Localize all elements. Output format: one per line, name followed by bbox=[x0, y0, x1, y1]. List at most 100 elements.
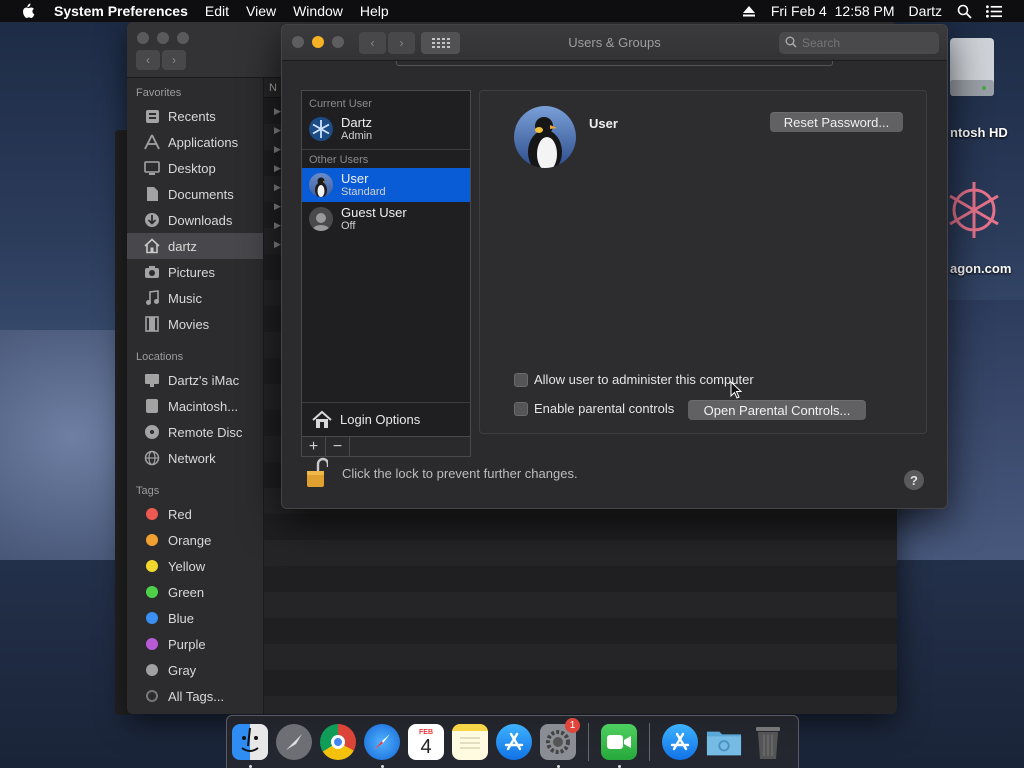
menu-edit[interactable]: Edit bbox=[205, 3, 229, 19]
facetime-app-icon[interactable] bbox=[601, 724, 637, 768]
dock: FEB 4 1 bbox=[226, 715, 799, 768]
login-options-item[interactable]: Login Options bbox=[302, 402, 470, 436]
panel-top-edge bbox=[396, 61, 833, 66]
applications-folder-icon[interactable] bbox=[662, 724, 698, 760]
sidebar-item-movies[interactable]: Movies bbox=[127, 311, 263, 337]
user-avatar[interactable] bbox=[514, 106, 576, 168]
notes-app-icon[interactable] bbox=[452, 724, 488, 760]
desktop-label-web[interactable]: agon.com bbox=[950, 261, 1011, 276]
sidebar-item-recents[interactable]: Recents bbox=[127, 103, 263, 129]
sidebar-tag-blue[interactable]: Blue bbox=[127, 605, 263, 631]
search-field[interactable] bbox=[779, 32, 939, 54]
trash-icon[interactable] bbox=[750, 724, 786, 760]
sidebar-item-documents[interactable]: Documents bbox=[127, 181, 263, 207]
list-row[interactable] bbox=[264, 540, 897, 566]
menu-view[interactable]: View bbox=[246, 3, 276, 19]
disk-icon bbox=[144, 398, 160, 414]
user-name: Dartz bbox=[341, 114, 373, 130]
desktop-label-hd[interactable]: ntosh HD bbox=[950, 125, 1008, 140]
unlocked-padlock-icon[interactable] bbox=[306, 457, 328, 489]
disclosure-triangle-icon[interactable]: ▶ bbox=[274, 220, 281, 231]
parental-controls-checkbox[interactable] bbox=[514, 401, 528, 416]
sidebar-item-imac[interactable]: Dartz's iMac bbox=[127, 367, 263, 393]
safari-app-icon[interactable] bbox=[364, 724, 400, 768]
disclosure-triangle-icon[interactable]: ▶ bbox=[274, 163, 281, 174]
reset-password-button[interactable]: Reset Password... bbox=[770, 112, 903, 132]
menu-app-name[interactable]: System Preferences bbox=[54, 3, 188, 19]
system-preferences-app-icon[interactable]: 1 bbox=[540, 718, 580, 768]
sidebar-tag-orange[interactable]: Orange bbox=[127, 527, 263, 553]
sidebar-item-downloads[interactable]: Downloads bbox=[127, 207, 263, 233]
search-input[interactable] bbox=[802, 36, 912, 50]
list-row[interactable] bbox=[264, 644, 897, 670]
allow-admin-checkbox[interactable] bbox=[514, 372, 528, 387]
applications-icon bbox=[144, 134, 160, 150]
list-row[interactable] bbox=[264, 696, 897, 714]
calendar-month: FEB bbox=[419, 728, 433, 736]
disclosure-triangle-icon[interactable]: ▶ bbox=[274, 125, 281, 136]
help-button[interactable]: ? bbox=[904, 470, 924, 490]
menu-clock[interactable]: Fri Feb 4 12:58 PM bbox=[771, 3, 895, 19]
close-icon[interactable] bbox=[137, 32, 149, 44]
zoom-icon[interactable] bbox=[177, 32, 189, 44]
remove-user-button[interactable]: − bbox=[326, 437, 350, 456]
chrome-app-icon[interactable] bbox=[320, 724, 356, 760]
sidebar-tag-green[interactable]: Green bbox=[127, 579, 263, 605]
sidebar-item-desktop[interactable]: Desktop bbox=[127, 155, 263, 181]
list-row[interactable] bbox=[264, 592, 897, 618]
allow-admin-label[interactable]: Allow user to administer this computer bbox=[534, 372, 754, 387]
notification-center-icon[interactable] bbox=[986, 3, 1002, 19]
disclosure-triangle-icon[interactable]: ▶ bbox=[274, 182, 281, 193]
menu-window[interactable]: Window bbox=[293, 3, 343, 19]
disclosure-triangle-icon[interactable]: ▶ bbox=[274, 144, 281, 155]
back-button[interactable]: ‹ bbox=[136, 50, 160, 70]
sidebar-item-applications[interactable]: Applications bbox=[127, 129, 263, 155]
sidebar-label: Gray bbox=[168, 662, 197, 678]
minimize-icon[interactable] bbox=[157, 32, 169, 44]
open-parental-controls-button[interactable]: Open Parental Controls... bbox=[688, 400, 866, 420]
apple-menu-icon[interactable] bbox=[20, 3, 36, 19]
launchpad-app-icon[interactable] bbox=[276, 724, 312, 760]
menu-help[interactable]: Help bbox=[360, 3, 389, 19]
users-list: Current User Dartz Admin Other Users Use… bbox=[301, 90, 471, 437]
sidebar-item-remote-disc[interactable]: Remote Disc bbox=[127, 419, 263, 445]
finder-window-controls bbox=[137, 32, 189, 44]
forward-button[interactable]: › bbox=[162, 50, 186, 70]
sidebar-label: Green bbox=[168, 584, 205, 600]
disclosure-triangle-icon[interactable]: ▶ bbox=[274, 106, 281, 117]
hard-drive-icon[interactable] bbox=[944, 34, 996, 106]
sidebar-item-music[interactable]: Music bbox=[127, 285, 263, 311]
list-row[interactable] bbox=[264, 670, 897, 696]
snowflake-app-icon[interactable] bbox=[944, 170, 1004, 250]
user-item-guest[interactable]: Guest User Off bbox=[302, 202, 470, 236]
downloads-icon bbox=[144, 212, 160, 228]
sidebar-tag-purple[interactable]: Purple bbox=[127, 631, 263, 657]
add-user-button[interactable]: + bbox=[302, 437, 326, 456]
downloads-folder-icon[interactable] bbox=[706, 724, 742, 760]
disclosure-triangle-icon[interactable]: ▶ bbox=[274, 239, 281, 250]
sidebar-item-macintosh[interactable]: Macintosh... bbox=[127, 393, 263, 419]
user-item-user[interactable]: User Standard bbox=[302, 168, 470, 202]
eject-icon[interactable] bbox=[741, 3, 757, 19]
list-row[interactable] bbox=[264, 566, 897, 592]
selected-user-name: User bbox=[589, 116, 618, 131]
sidebar-item-pictures[interactable]: Pictures bbox=[127, 259, 263, 285]
parental-controls-label[interactable]: Enable parental controls bbox=[534, 401, 674, 416]
sidebar-tag-gray[interactable]: Gray bbox=[127, 657, 263, 683]
list-row[interactable] bbox=[264, 514, 897, 540]
menu-user[interactable]: Dartz bbox=[909, 3, 942, 19]
user-detail-panel: User Reset Password... Allow user to adm… bbox=[479, 90, 927, 434]
sidebar-item-home[interactable]: dartz bbox=[127, 233, 263, 259]
app-store-icon[interactable] bbox=[496, 724, 532, 760]
spotlight-search-icon[interactable] bbox=[956, 3, 972, 19]
sidebar-tag-yellow[interactable]: Yellow bbox=[127, 553, 263, 579]
sidebar-item-network[interactable]: Network bbox=[127, 445, 263, 471]
disclosure-triangle-icon[interactable]: ▶ bbox=[274, 201, 281, 212]
list-row[interactable] bbox=[264, 618, 897, 644]
sidebar-tag-red[interactable]: Red bbox=[127, 501, 263, 527]
sidebar-tag-alltags[interactable]: All Tags... bbox=[127, 683, 263, 709]
finder-app-icon[interactable] bbox=[232, 724, 268, 768]
calendar-app-icon[interactable]: FEB 4 bbox=[408, 724, 444, 760]
recents-icon bbox=[144, 108, 160, 124]
user-item-current[interactable]: Dartz Admin bbox=[302, 112, 470, 146]
